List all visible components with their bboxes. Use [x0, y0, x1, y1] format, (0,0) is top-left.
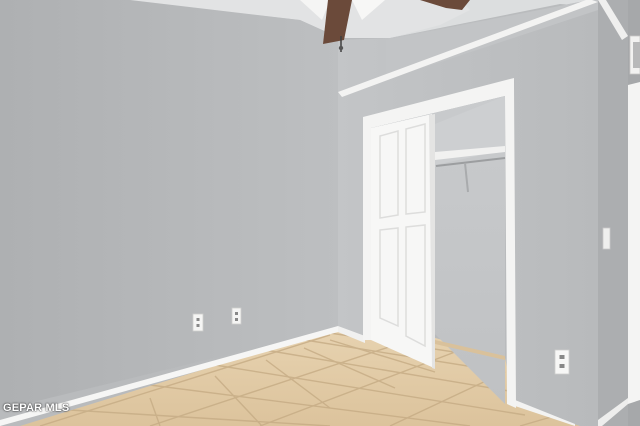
light-switch: [602, 227, 611, 250]
outlet-left-1: [192, 313, 204, 332]
outlet-right: [554, 349, 570, 375]
door-frame-right: [628, 82, 640, 404]
room-illustration: [0, 0, 640, 426]
mls-watermark: GEPAR MLS: [3, 402, 70, 414]
room-photo: GEPAR MLS: [0, 0, 640, 426]
outlet-left-2: [231, 307, 242, 325]
ac-vent: [629, 35, 640, 75]
